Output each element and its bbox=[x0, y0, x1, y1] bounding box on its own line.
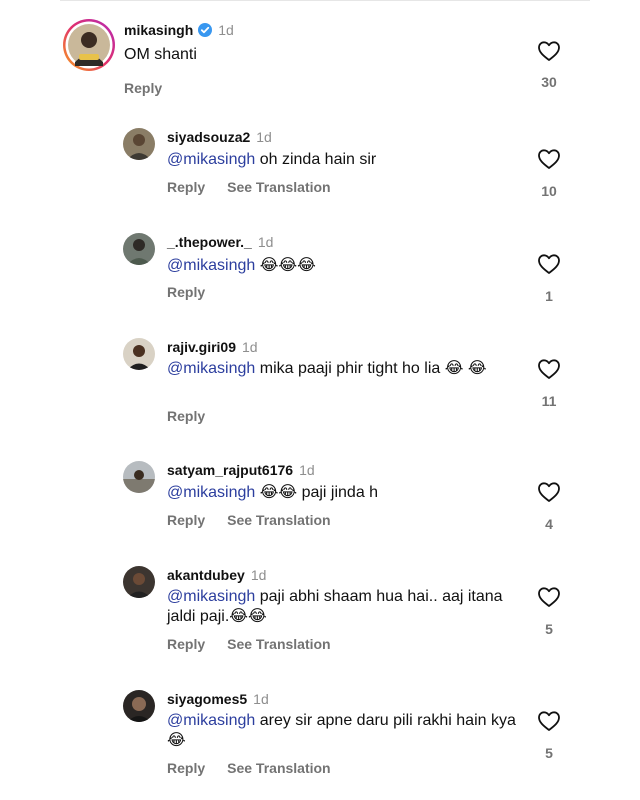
heart-outline-icon bbox=[538, 254, 560, 274]
like-count: 30 bbox=[541, 74, 557, 90]
like-button[interactable] bbox=[537, 253, 561, 275]
comment-header: satyam_rajput6176 1d bbox=[167, 462, 315, 478]
comment-header: _.thepower._ 1d bbox=[167, 234, 273, 250]
heart-outline-icon bbox=[538, 41, 560, 61]
like-count: 1 bbox=[545, 288, 553, 304]
comment-text: @mikasingh arey sir apne daru pili rakhi… bbox=[167, 711, 517, 751]
timestamp: 1d bbox=[218, 22, 234, 38]
like-button[interactable] bbox=[537, 148, 561, 170]
comment-header: siyadsouza2 1d bbox=[167, 129, 272, 145]
mention-link[interactable]: @mikasingh bbox=[167, 257, 255, 274]
username[interactable]: _.thepower._ bbox=[167, 234, 252, 250]
avatar-image bbox=[123, 461, 155, 493]
heart-outline-icon bbox=[538, 359, 560, 379]
see-translation-button[interactable]: See Translation bbox=[227, 512, 330, 528]
reply-comment: rajiv.giri09 1d @mikasingh mika paaji phi… bbox=[0, 330, 640, 450]
mention-link[interactable]: @mikasingh bbox=[167, 360, 255, 377]
comment-header: siyagomes5 1d bbox=[167, 691, 269, 707]
comment-actions: Reply bbox=[167, 408, 227, 424]
timestamp: 1d bbox=[242, 339, 258, 355]
avatar[interactable] bbox=[123, 566, 155, 598]
avatar-image bbox=[123, 128, 155, 160]
avatar[interactable] bbox=[123, 690, 155, 722]
reply-button[interactable]: Reply bbox=[167, 636, 205, 652]
verified-badge-icon bbox=[198, 23, 213, 37]
like-button[interactable] bbox=[537, 710, 561, 732]
avatar-image bbox=[123, 690, 155, 722]
mention-link[interactable]: @mikasingh bbox=[167, 588, 255, 605]
see-translation-button[interactable]: See Translation bbox=[227, 760, 330, 776]
like-count: 10 bbox=[541, 183, 557, 199]
avatar[interactable] bbox=[62, 18, 116, 72]
main-comment: mikasingh 1d OM shanti Reply 30 bbox=[0, 0, 640, 110]
heart-outline-icon bbox=[538, 711, 560, 731]
reply-comment: _.thepower._ 1d @mikasingh 😂😂😂 Reply 1 bbox=[0, 225, 640, 325]
username[interactable]: rajiv.giri09 bbox=[167, 339, 236, 355]
reply-button[interactable]: Reply bbox=[167, 760, 205, 776]
avatar-image bbox=[123, 566, 155, 598]
reply-comment: siyagomes5 1d @mikasingh arey sir apne da… bbox=[0, 682, 640, 800]
reply-comment: akantdubey 1d @mikasingh paji abhi shaam … bbox=[0, 558, 640, 678]
avatar[interactable] bbox=[123, 233, 155, 265]
reply-comment: siyadsouza2 1d @mikasingh oh zinda hain s… bbox=[0, 120, 640, 220]
avatar[interactable] bbox=[123, 338, 155, 370]
avatar-image bbox=[123, 233, 155, 265]
timestamp: 1d bbox=[256, 129, 272, 145]
username[interactable]: satyam_rajput6176 bbox=[167, 462, 293, 478]
reply-button[interactable]: Reply bbox=[167, 179, 205, 195]
like-button[interactable] bbox=[537, 40, 561, 62]
mention-link[interactable]: @mikasingh bbox=[167, 151, 255, 168]
reply-button[interactable]: Reply bbox=[124, 80, 162, 96]
timestamp: 1d bbox=[253, 691, 269, 707]
avatar[interactable] bbox=[123, 128, 155, 160]
comment-body: 😂😂 paji jinda h bbox=[259, 484, 379, 501]
timestamp: 1d bbox=[299, 462, 315, 478]
comment-header: akantdubey 1d bbox=[167, 567, 266, 583]
comment-text: @mikasingh 😂😂😂 bbox=[167, 255, 517, 276]
comment-text: @mikasingh 😂😂 paji jinda h bbox=[167, 483, 517, 503]
like-button[interactable] bbox=[537, 481, 561, 503]
see-translation-button[interactable]: See Translation bbox=[227, 179, 330, 195]
timestamp: 1d bbox=[257, 234, 274, 250]
comment-text: @mikasingh oh zinda hain sir bbox=[167, 150, 517, 170]
comment-header: mikasingh 1d bbox=[124, 22, 234, 38]
avatar-image bbox=[63, 19, 115, 71]
like-count: 11 bbox=[541, 393, 557, 409]
reply-comment: satyam_rajput6176 1d @mikasingh 😂😂 paji j… bbox=[0, 453, 640, 553]
comment-body: 😂😂😂 bbox=[259, 255, 316, 274]
heart-outline-icon bbox=[538, 149, 560, 169]
comment-actions: Reply bbox=[167, 284, 227, 300]
heart-outline-icon bbox=[538, 482, 560, 502]
comment-body: mika paaji phir tight ho lia 😂 😂 bbox=[259, 360, 487, 377]
timestamp: 1d bbox=[250, 567, 267, 583]
username[interactable]: siyadsouza2 bbox=[167, 129, 250, 145]
like-button[interactable] bbox=[537, 358, 561, 380]
comment-actions: Reply See Translation bbox=[167, 760, 353, 776]
mention-link[interactable]: @mikasingh bbox=[167, 712, 255, 729]
comment-text: OM shanti bbox=[124, 46, 197, 63]
comment-header: rajiv.giri09 1d bbox=[167, 339, 258, 355]
heart-outline-icon bbox=[538, 587, 560, 607]
like-button[interactable] bbox=[537, 586, 561, 608]
like-count: 5 bbox=[545, 621, 553, 637]
avatar-image bbox=[123, 338, 155, 370]
like-count: 4 bbox=[545, 516, 553, 532]
comment-body: oh zinda hain sir bbox=[259, 151, 377, 168]
username[interactable]: akantdubey bbox=[167, 567, 245, 583]
reply-button[interactable]: Reply bbox=[167, 408, 205, 424]
comment-actions: Reply See Translation bbox=[167, 636, 353, 652]
mention-link[interactable]: @mikasingh bbox=[167, 484, 255, 501]
reply-button[interactable]: Reply bbox=[167, 284, 205, 300]
comment-actions: Reply See Translation bbox=[167, 512, 353, 528]
comment-text: @mikasingh paji abhi shaam hua hai.. aaj… bbox=[167, 587, 512, 627]
like-count: 5 bbox=[545, 745, 553, 761]
comment-actions: Reply bbox=[124, 80, 184, 96]
reply-button[interactable]: Reply bbox=[167, 512, 205, 528]
comment-text: @mikasingh mika paaji phir tight ho lia … bbox=[167, 359, 507, 379]
username[interactable]: mikasingh bbox=[124, 22, 193, 38]
username[interactable]: siyagomes5 bbox=[167, 691, 247, 707]
see-translation-button[interactable]: See Translation bbox=[227, 636, 330, 652]
avatar[interactable] bbox=[123, 461, 155, 493]
comment-actions: Reply See Translation bbox=[167, 179, 353, 195]
